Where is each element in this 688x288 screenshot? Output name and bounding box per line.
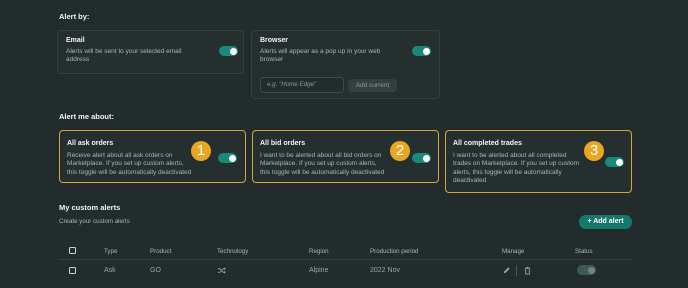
email-card-title: Email: [66, 37, 85, 44]
browser-card-title: Browser: [260, 37, 289, 44]
column-header-status: Status: [575, 248, 593, 255]
alert-by-heading: Alert by:: [59, 12, 90, 21]
ask-orders-card: All ask orders Receive alert about all a…: [59, 130, 246, 183]
bid-orders-card: All bid orders I want to be alerted abou…: [252, 130, 439, 183]
browser-card-description: Alerts will appear as a pop up in your w…: [260, 48, 381, 64]
alert-me-about-heading: Alert me about:: [59, 112, 115, 121]
step-badge-3: 3: [584, 141, 604, 161]
table-row[interactable]: [59, 261, 632, 279]
step-badge-1: 1: [191, 141, 211, 161]
email-card-description: Alerts will be sent to your selected ema…: [66, 48, 182, 64]
browser-card: Browser Alerts will appear as a pop up i…: [251, 30, 440, 99]
ask-orders-toggle[interactable]: [218, 153, 237, 163]
row-region: Alpine: [309, 267, 329, 274]
row-production-period: 2022 Nov: [370, 267, 400, 274]
row-type: Ask: [104, 267, 116, 274]
column-header-production-period[interactable]: Production period: [370, 248, 419, 255]
ask-orders-title: All ask orders: [67, 140, 114, 147]
select-all-checkbox[interactable]: [69, 247, 76, 254]
custom-alerts-subtitle: Create your custom alerts: [59, 218, 130, 225]
bid-orders-description: I want to be alerted about all bid order…: [260, 152, 385, 176]
add-current-button[interactable]: Add current: [348, 79, 397, 92]
completed-trades-title: All completed trades: [453, 140, 522, 147]
row-status-toggle[interactable]: [577, 265, 596, 275]
column-header-product[interactable]: Product: [150, 248, 171, 255]
column-header-manage: Manage: [502, 248, 525, 255]
column-header-type[interactable]: Type: [104, 248, 117, 255]
completed-trades-toggle[interactable]: [605, 157, 624, 167]
completed-trades-card: All completed trades I want to be alerte…: [445, 130, 632, 193]
table-header-divider: [59, 259, 632, 260]
shuffle-icon: [217, 267, 226, 274]
step-badge-2: 2: [390, 141, 410, 161]
bid-orders-toggle[interactable]: [412, 153, 431, 163]
row-product: GO: [150, 267, 161, 274]
browser-toggle[interactable]: [412, 46, 431, 56]
trash-icon[interactable]: [523, 266, 532, 275]
column-header-region[interactable]: Region: [309, 248, 329, 255]
completed-trades-description: I want to be alerted about all completed…: [453, 152, 580, 185]
manage-divider: [516, 265, 517, 276]
email-card: Email Alerts will be sent to your select…: [57, 30, 244, 74]
email-toggle[interactable]: [219, 46, 238, 56]
custom-alerts-heading: My custom alerts: [59, 203, 121, 212]
bid-orders-title: All bid orders: [260, 140, 306, 147]
edit-icon[interactable]: [502, 266, 511, 275]
browser-name-input[interactable]: e.g. "Home Edge": [260, 77, 344, 93]
row-checkbox[interactable]: [69, 267, 76, 274]
column-header-technology[interactable]: Technology: [217, 248, 248, 255]
add-alert-button[interactable]: + Add alert: [579, 215, 632, 229]
